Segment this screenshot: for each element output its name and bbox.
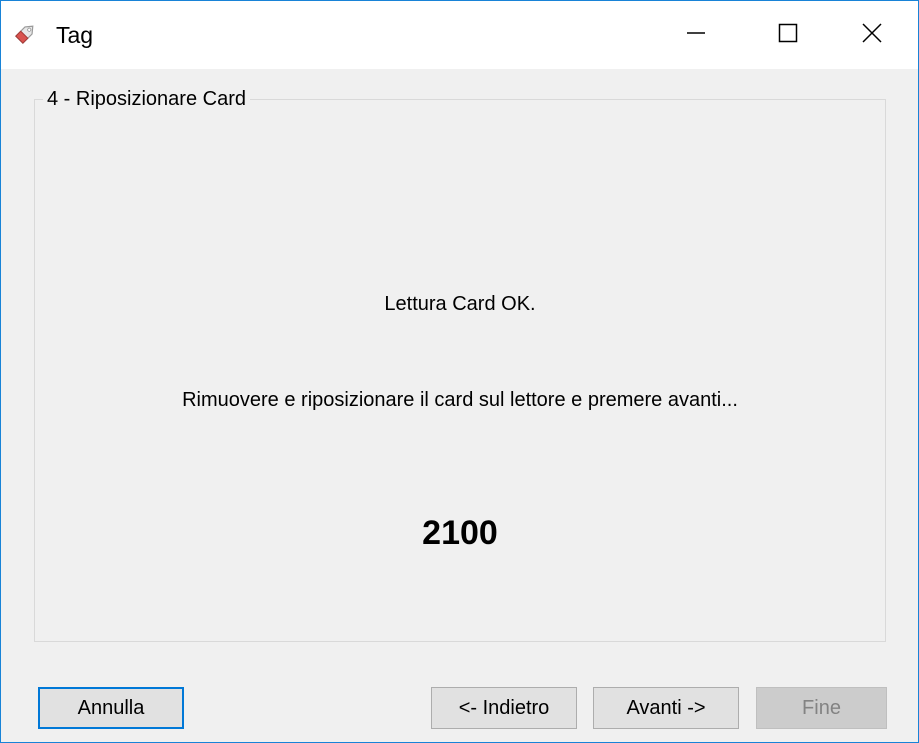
- maximize-icon: [778, 23, 798, 48]
- finish-button: Fine: [756, 687, 887, 729]
- step-groupbox: [34, 99, 886, 642]
- step-title: 4 - Riposizionare Card: [43, 87, 250, 111]
- instruction-message: Rimuovere e riposizionare il card sul le…: [182, 389, 738, 411]
- close-icon: [861, 22, 883, 49]
- window-title: Tag: [56, 22, 94, 48]
- minimize-button[interactable]: [650, 1, 742, 69]
- wizard-window: Tag 4 - Riposizionare Card Lettura Card …: [0, 0, 919, 743]
- status-message: Lettura Card OK.: [384, 293, 536, 315]
- close-button[interactable]: [826, 1, 918, 69]
- cancel-button[interactable]: Annulla: [38, 687, 184, 729]
- back-button[interactable]: <- Indietro: [431, 687, 577, 729]
- title-bar[interactable]: Tag: [1, 1, 918, 69]
- next-button[interactable]: Avanti ->: [593, 687, 739, 729]
- minimize-icon: [686, 23, 706, 48]
- tag-icon: [12, 21, 38, 47]
- maximize-button[interactable]: [742, 1, 834, 69]
- counter-value: 2100: [422, 514, 498, 552]
